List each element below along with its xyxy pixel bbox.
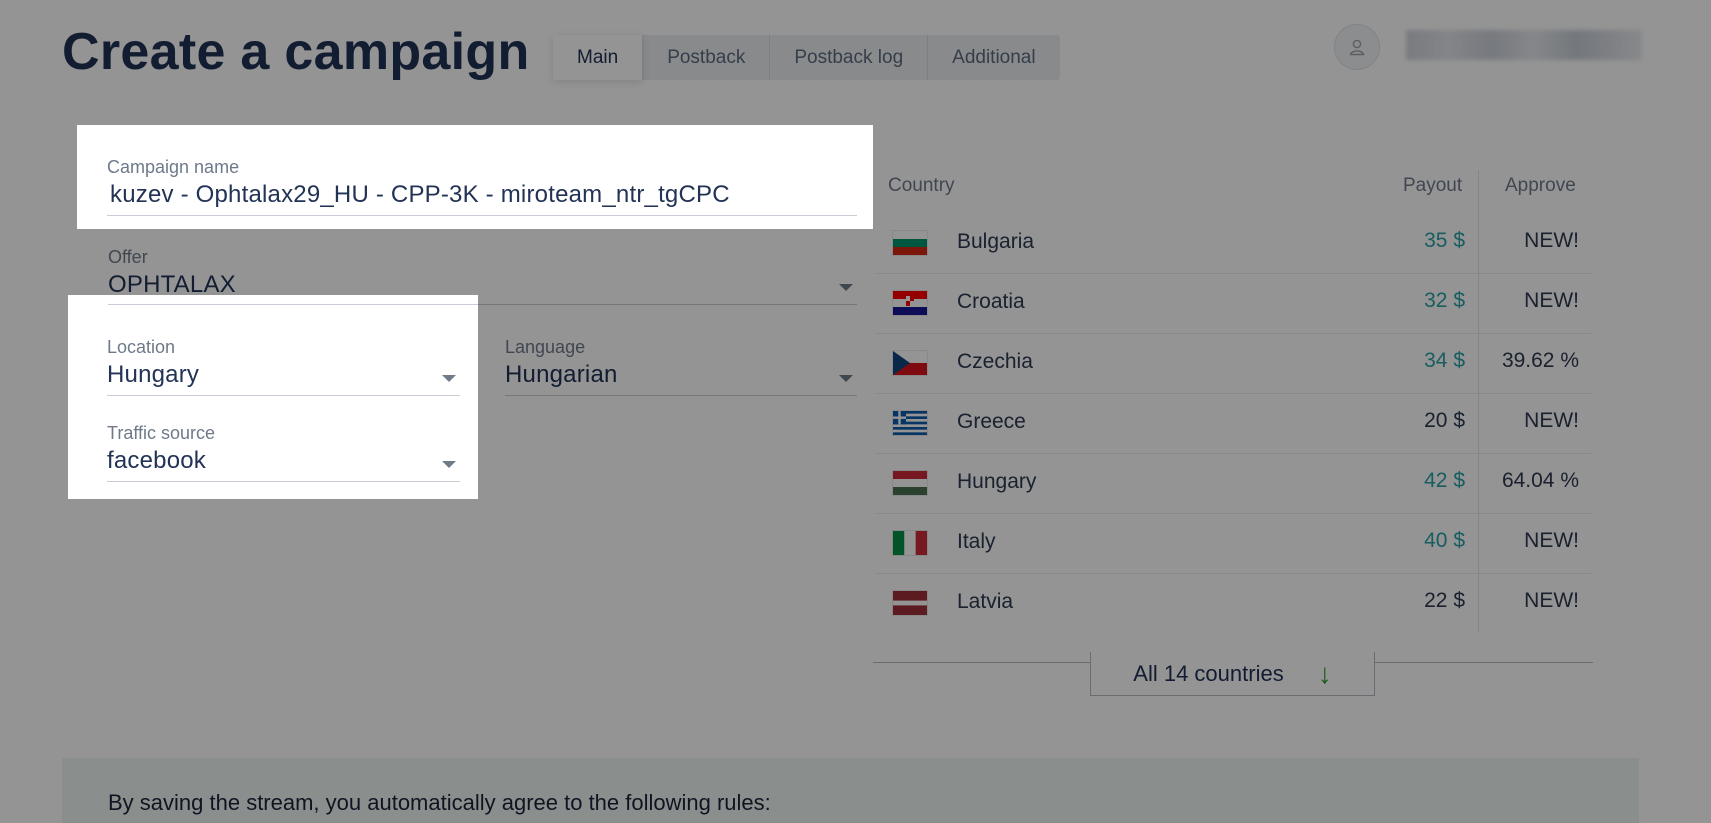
tab-main[interactable]: Main [553, 35, 644, 80]
bulgaria-flag-icon [893, 231, 927, 255]
hungary-flag-icon [893, 471, 927, 495]
approve-value: NEW! [1524, 289, 1579, 312]
chevron-down-icon[interactable] [442, 375, 456, 382]
language-value: Hungarian [505, 361, 618, 388]
approve-value: NEW! [1524, 589, 1579, 612]
table-row: Latvia 22 $ NEW! [875, 574, 1591, 634]
approve-value: 64.04 % [1501, 469, 1579, 492]
rules-section: By saving the stream, you automatically … [62, 758, 1639, 823]
payout-value: 20 $ [1424, 409, 1465, 432]
chevron-down-icon[interactable] [442, 461, 456, 468]
table-row: Bulgaria 35 $ NEW! [875, 214, 1591, 274]
location-value: Hungary [107, 361, 200, 388]
czechia-flag-icon [893, 351, 927, 375]
country-name: Bulgaria [957, 230, 1035, 253]
approve-column-header: Approve [1505, 175, 1576, 196]
user-icon [1349, 39, 1365, 56]
table-row: Greece 20 $ NEW! [875, 394, 1591, 454]
payout-value: 22 $ [1424, 589, 1465, 612]
chevron-down-icon[interactable] [839, 284, 853, 291]
field-underline [108, 304, 857, 305]
tab-bar: Main Postback Postback log Additional [553, 35, 1060, 80]
croatia-flag-icon [893, 291, 927, 315]
field-underline [107, 481, 460, 482]
country-name: Czechia [957, 350, 1033, 373]
page-title: Create a campaign [62, 23, 530, 81]
offer-select[interactable]: Offer OPHTALAX [108, 247, 857, 305]
app-root: Create a campaign Main Postback Postback… [0, 0, 1711, 823]
chevron-down-icon[interactable] [839, 375, 853, 382]
country-name: Italy [957, 530, 996, 553]
offer-value: OPHTALAX [108, 271, 236, 298]
table-row: Italy 40 $ NEW! [875, 514, 1591, 574]
rules-text: By saving the stream, you automatically … [108, 790, 771, 815]
field-underline [505, 395, 857, 396]
location-select[interactable]: Location Hungary [107, 337, 460, 396]
country-name: Hungary [957, 470, 1037, 493]
all-countries-label: All 14 countries [1133, 660, 1284, 686]
approve-value: NEW! [1524, 229, 1579, 252]
language-label: Language [505, 337, 586, 357]
campaign-name-input[interactable]: kuzev - Ophtalax29_HU - CPP-3K - mirotea… [107, 181, 857, 209]
username-blurred [1406, 30, 1642, 60]
traffic-source-label: Traffic source [107, 423, 216, 443]
field-underline [107, 215, 857, 216]
table-row: Czechia 34 $ 39.62 % [875, 334, 1591, 394]
approve-value: NEW! [1524, 529, 1579, 552]
payout-value: 32 $ [1424, 289, 1465, 312]
campaign-name-field[interactable]: Campaign name kuzev - Ophtalax29_HU - CP… [107, 157, 857, 216]
location-label: Location [107, 337, 176, 357]
italy-flag-icon [893, 531, 927, 555]
table-row: Hungary 42 $ 64.04 % [875, 454, 1591, 514]
country-name: Greece [957, 410, 1026, 433]
payout-value: 42 $ [1424, 469, 1465, 492]
country-column-header: Country [888, 175, 955, 196]
language-select[interactable]: Language Hungarian [505, 337, 857, 396]
table-row: Croatia 32 $ NEW! [875, 274, 1591, 334]
payout-value: 40 $ [1424, 529, 1465, 552]
approve-value: NEW! [1524, 409, 1579, 432]
campaign-name-label: Campaign name [107, 157, 240, 177]
latvia-flag-icon [893, 591, 927, 615]
approve-value: 39.62 % [1501, 349, 1579, 372]
tab-postback-log[interactable]: Postback log [770, 35, 929, 80]
traffic-source-value: facebook [107, 447, 207, 474]
country-name: Latvia [957, 590, 1014, 613]
tab-postback[interactable]: Postback [643, 35, 771, 80]
country-name: Croatia [957, 290, 1025, 313]
payout-value: 34 $ [1424, 349, 1465, 372]
arrow-down-icon: ↓ [1317, 657, 1332, 689]
avatar[interactable] [1334, 24, 1380, 70]
tab-additional[interactable]: Additional [928, 35, 1059, 80]
payout-column-header: Payout [1403, 175, 1463, 196]
field-underline [107, 395, 460, 396]
payout-value: 35 $ [1424, 229, 1465, 252]
traffic-source-select[interactable]: Traffic source facebook [107, 423, 460, 482]
offer-label: Offer [108, 247, 148, 267]
greece-flag-icon [893, 411, 927, 435]
all-countries-button[interactable]: All 14 countries ↓ [1090, 652, 1375, 696]
